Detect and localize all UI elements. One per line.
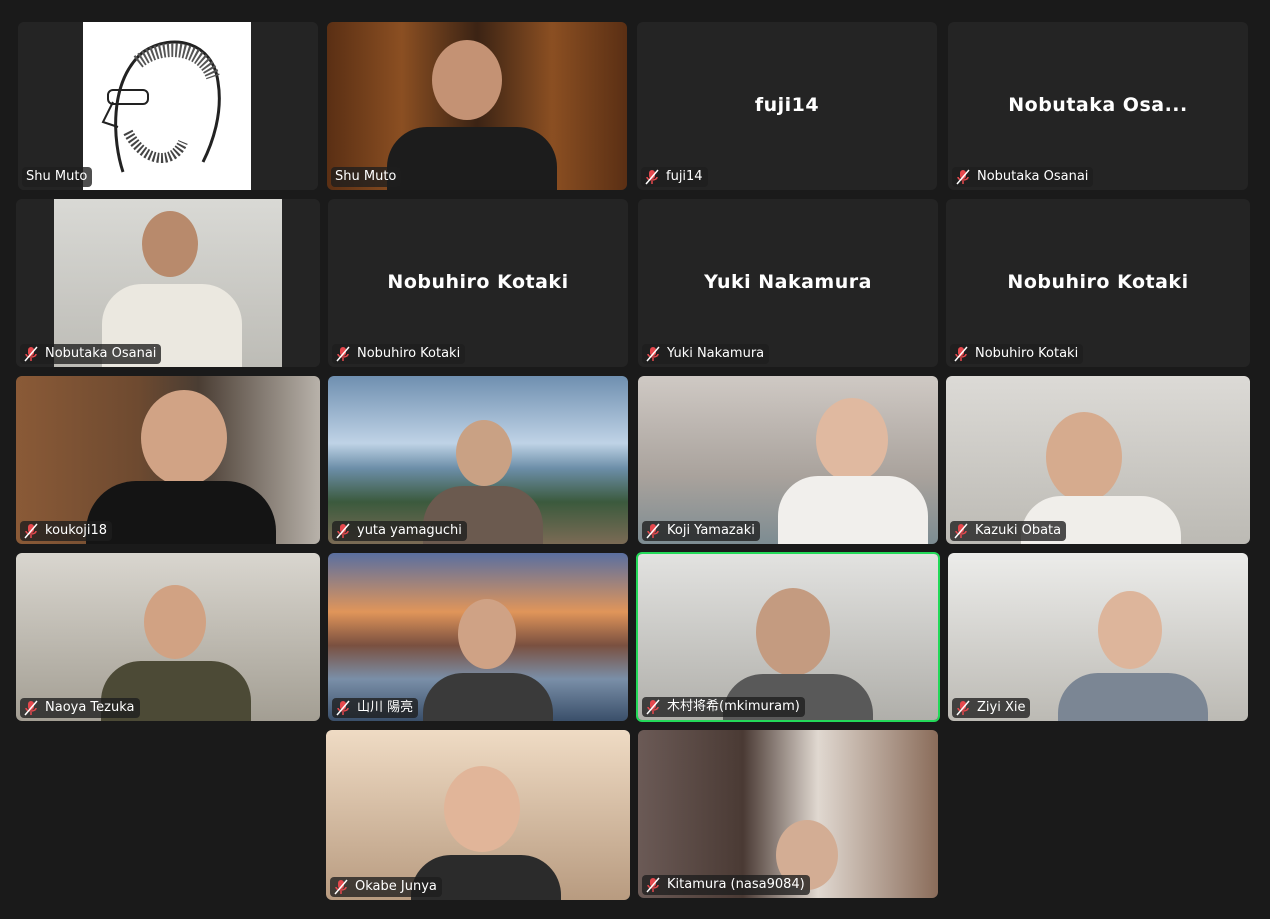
participant-tile[interactable]: Naoya Tezuka (16, 553, 320, 721)
participant-name: Nobuhiro Kotaki (357, 346, 461, 361)
participant-tile[interactable]: 山川 陽亮 (328, 553, 628, 721)
participant-name-label: koukoji18 (20, 521, 113, 541)
participant-tile[interactable]: Okabe Junya (326, 730, 630, 900)
participant-video (638, 376, 938, 544)
microphone-muted-icon (956, 169, 970, 185)
participant-video (16, 376, 320, 544)
participant-name-label: Shu Muto (22, 167, 93, 187)
participant-display-name: Nobuhiro Kotaki (1007, 270, 1189, 293)
microphone-muted-icon (334, 879, 348, 895)
participant-name: Okabe Junya (355, 879, 437, 894)
participant-tile[interactable]: Koji Yamazaki (638, 376, 938, 544)
microphone-muted-icon (24, 346, 38, 362)
library-background-video (327, 22, 627, 190)
participant-name: Koji Yamazaki (667, 523, 755, 538)
participant-tile[interactable]: fuji14 fuji14 (637, 22, 937, 190)
participant-name-label: Shu Muto (331, 167, 402, 187)
participant-name-label: Kitamura (nasa9084) (642, 875, 810, 895)
participant-name: Nobuhiro Kotaki (975, 346, 1079, 361)
participant-name-label: Naoya Tezuka (20, 698, 140, 718)
microphone-muted-icon (24, 523, 38, 539)
participant-tile[interactable]: Nobuhiro Kotaki Nobuhiro Kotaki (328, 199, 628, 367)
microphone-muted-icon (336, 523, 350, 539)
participant-tile[interactable]: Kitamura (nasa9084) (638, 730, 938, 898)
participant-display-name: Yuki Nakamura (704, 270, 872, 293)
participant-tile[interactable]: Shu Muto (18, 22, 318, 190)
microphone-muted-icon (646, 346, 660, 362)
participant-tile[interactable]: Nobutaka Osanai (16, 199, 320, 367)
participant-tile[interactable]: Kazuki Obata (946, 376, 1250, 544)
participant-name: 木村将希(mkimuram) (667, 699, 800, 714)
participant-name: Nobutaka Osanai (45, 346, 157, 361)
sketch-portrait-video (18, 22, 318, 190)
participant-name: Ziyi Xie (977, 700, 1026, 715)
participant-display-name: Nobuhiro Kotaki (387, 270, 569, 293)
participant-name: Yuki Nakamura (667, 346, 765, 361)
participant-name: yuta yamaguchi (357, 523, 462, 538)
participant-name-label: Nobutaka Osanai (20, 344, 162, 364)
participant-video (326, 730, 630, 900)
participant-name-label: Kazuki Obata (950, 521, 1067, 541)
participant-tile[interactable]: Shu Muto (327, 22, 627, 190)
participant-video (638, 730, 938, 898)
participant-tile[interactable]: yuta yamaguchi (328, 376, 628, 544)
participant-name: Nobutaka Osanai (977, 169, 1089, 184)
participant-name: Kazuki Obata (975, 523, 1062, 538)
participant-tile[interactable]: Nobuhiro Kotaki Nobuhiro Kotaki (946, 199, 1250, 367)
participant-name: 山川 陽亮 (357, 700, 414, 715)
participant-name-label: Ziyi Xie (952, 698, 1031, 718)
microphone-muted-icon (646, 699, 660, 715)
participant-tile[interactable]: Yuki Nakamura Yuki Nakamura (638, 199, 938, 367)
microphone-muted-icon (646, 877, 660, 893)
participant-tile[interactable]: Nobutaka Osa... Nobutaka Osanai (948, 22, 1248, 190)
participant-name-label: Nobuhiro Kotaki (950, 344, 1084, 364)
participant-name-label: 山川 陽亮 (332, 698, 419, 718)
participant-name-label: Koji Yamazaki (642, 521, 760, 541)
participant-name-label: yuta yamaguchi (332, 521, 467, 541)
golden-gate-background-video (328, 553, 628, 721)
microphone-muted-icon (645, 169, 659, 185)
microphone-muted-icon (336, 700, 350, 716)
microphone-muted-icon (336, 346, 350, 362)
participant-video (16, 199, 320, 367)
participant-name: Shu Muto (26, 169, 88, 184)
active-speaker-tile[interactable]: 木村将希(mkimuram) (636, 552, 940, 722)
microphone-muted-icon (646, 523, 660, 539)
microphone-muted-icon (954, 346, 968, 362)
participant-name: Naoya Tezuka (45, 700, 135, 715)
participant-tile[interactable]: Ziyi Xie (948, 553, 1248, 721)
participant-video (948, 553, 1248, 721)
participant-display-name: fuji14 (754, 93, 820, 116)
participant-name: koukoji18 (45, 523, 108, 538)
microphone-muted-icon (954, 523, 968, 539)
seaside-background-video (328, 376, 628, 544)
participant-video (638, 554, 938, 720)
microphone-muted-icon (24, 700, 38, 716)
participant-name: Kitamura (nasa9084) (667, 877, 805, 892)
participant-name-label: Nobutaka Osanai (952, 167, 1094, 187)
microphone-muted-icon (956, 700, 970, 716)
participant-name-label: Yuki Nakamura (642, 344, 770, 364)
participant-name: Shu Muto (335, 169, 397, 184)
participant-name-label: Okabe Junya (330, 877, 442, 897)
participant-tile[interactable]: koukoji18 (16, 376, 320, 544)
participant-name-label: 木村将希(mkimuram) (642, 697, 805, 717)
participant-video (946, 376, 1250, 544)
participant-name-label: Nobuhiro Kotaki (332, 344, 466, 364)
participant-name-label: fuji14 (641, 167, 708, 187)
participant-name: fuji14 (666, 169, 703, 184)
participant-video (16, 553, 320, 721)
participant-display-name: Nobutaka Osa... (1008, 93, 1188, 116)
